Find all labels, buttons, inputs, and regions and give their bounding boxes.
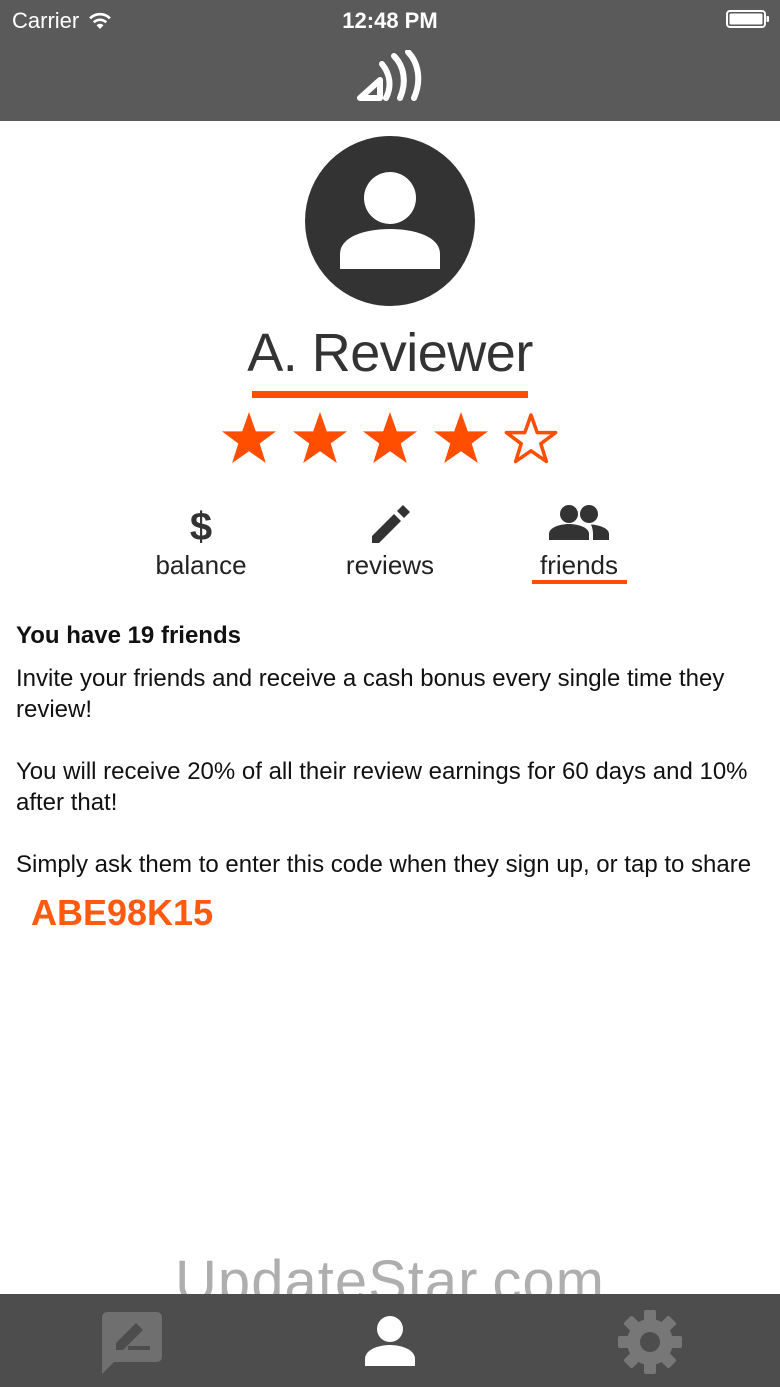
status-bar: Carrier 12:48 PM (0, 0, 780, 40)
friends-count-heading: You have 19 friends (16, 622, 241, 649)
star-filled-icon (292, 412, 347, 463)
tab-friends[interactable]: friends (509, 500, 649, 590)
star-filled-icon (363, 412, 417, 463)
star-filled-icon (433, 412, 488, 463)
referral-code[interactable]: ABE98K15 (31, 892, 213, 934)
nav-profile-button[interactable] (352, 1304, 428, 1380)
nav-write-review-button[interactable] (92, 1304, 168, 1380)
tab-reviews[interactable]: reviews (320, 500, 460, 590)
star-outline-icon (504, 413, 558, 464)
earnings-text: You will receive 20% of all their review… (16, 758, 748, 817)
selected-tab-indicator (532, 580, 627, 584)
person-icon (340, 172, 440, 269)
top-bar: Carrier 12:48 PM (0, 0, 780, 121)
bottom-nav (0, 1294, 780, 1387)
settings-gear-icon (618, 1310, 682, 1374)
people-icon (549, 505, 609, 540)
friends-panel: You have 19 friends Invite your friends … (16, 620, 766, 934)
tab-label: friends (539, 550, 619, 580)
star-filled-icon (222, 412, 276, 463)
status-time: 12:48 PM (342, 8, 438, 33)
profile-tabs: $ balance reviews friends (0, 500, 780, 595)
profile-icon (365, 1316, 415, 1366)
profile-name: A. Reviewer (247, 323, 533, 383)
avatar[interactable] (305, 136, 475, 306)
pencil-icon (372, 505, 410, 543)
tab-label: balance (155, 550, 247, 580)
dollar-icon: $ (190, 505, 212, 548)
svg-text:$: $ (190, 505, 212, 548)
share-instructions-text: Simply ask them to enter this code when … (16, 851, 752, 879)
rating-stars (220, 410, 560, 468)
tab-balance[interactable]: $ balance (131, 500, 271, 590)
app-logo-icon (357, 50, 422, 101)
battery-icon (726, 10, 769, 28)
write-review-icon (102, 1312, 162, 1374)
invite-text: Invite your friends and receive a cash b… (16, 665, 725, 724)
name-underline (252, 391, 528, 398)
tab-label: reviews (345, 550, 435, 580)
nav-settings-button[interactable] (612, 1304, 688, 1380)
